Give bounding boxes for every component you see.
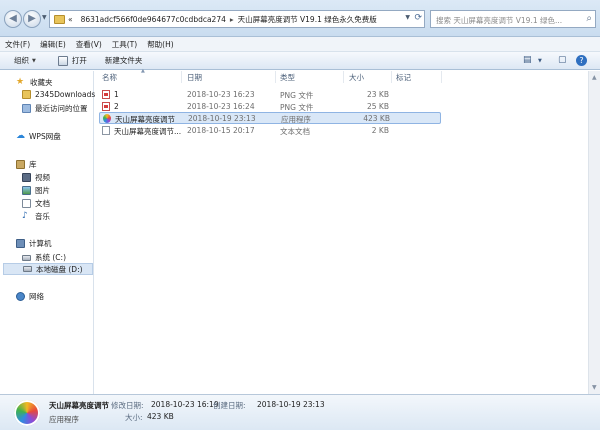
help-icon[interactable]: ? [576,55,587,66]
png-file-icon [102,102,110,111]
file-row[interactable]: 1 2018-10-23 16:23 PNG 文件 23 KB [99,89,441,101]
sidebar-item-downloads[interactable]: 2345Downloads [22,90,95,99]
sidebar-item-pictures[interactable]: 图片 [22,185,50,196]
search-icon: ⌕ [586,13,592,24]
scroll-down-icon[interactable]: ▼ [592,384,597,391]
details-file-name: 天山屏幕亮度调节 [49,401,109,410]
breadcrumb-overflow[interactable]: « [68,15,73,24]
created-date-label: 创建日期: [213,401,246,410]
address-dropdown-icon[interactable]: ▼ [405,14,410,21]
menu-edit[interactable]: 编辑(E) [40,39,66,50]
open-button[interactable]: 打开 [57,55,87,66]
network-icon [16,292,25,301]
sidebar-item-videos[interactable]: 视频 [22,172,50,183]
column-header-size[interactable]: 大小 [349,71,364,83]
sidebar-item-library[interactable]: 库 [16,159,37,170]
picture-icon [22,186,31,195]
file-row-selected[interactable]: 天山屏幕亮度调节 2018-10-19 23:13 应用程序 423 KB [99,112,441,124]
column-header-tags[interactable]: 标记 [396,71,411,83]
refresh-icon[interactable]: ⟳ [414,13,422,23]
menu-bar: 文件(F) 编辑(E) 查看(V) 工具(T) 帮助(H) [0,37,600,52]
view-options-icon[interactable]: ▤ [523,55,532,65]
sidebar-item-favorites[interactable]: ★ 收藏夹 [16,77,53,88]
menu-view[interactable]: 查看(V) [76,39,102,50]
sidebar-item-drive-d[interactable]: 本地磁盘 (D:) [3,263,93,275]
folder-icon [54,14,65,24]
open-icon [57,55,68,66]
document-icon [22,199,31,208]
size-label: 大小: [125,413,143,422]
sidebar-item-music[interactable]: ♪ 音乐 [22,211,50,222]
chevron-down-icon: ▼ [32,57,36,64]
command-bar: 组织 ▼ 打开 新建文件夹 ▤ ▼ ▢ ? [0,52,600,70]
details-pane: 天山屏幕亮度调节 应用程序 修改日期: 2018-10-23 16:19 创建日… [0,394,600,430]
size-value: 423 KB [147,412,174,421]
drive-icon [22,254,31,261]
modified-date-label: 修改日期: [111,401,144,410]
address-bar[interactable]: « 8631adcf566f0de964677c0cdbdca274 ▸ 天山屏… [49,10,425,28]
forward-button[interactable]: ▶ [23,10,41,28]
vertical-scrollbar[interactable]: ▲ ▼ [588,71,600,394]
new-folder-button[interactable]: 新建文件夹 [105,55,143,66]
file-list: 名称 ▲ 日期 类型 大小 标记 1 2018-10-23 16:23 PNG … [95,68,588,394]
sidebar-item-documents[interactable]: 文档 [22,198,50,209]
search-input[interactable]: 搜索 天山屏幕亮度调节 V19.1 绿色... ⌕ [430,10,596,28]
sidebar-item-wps-cloud[interactable]: ☁ WPS网盘 [16,131,61,142]
back-button[interactable]: ◀ [4,10,22,28]
organize-button[interactable]: 组织 ▼ [14,55,36,66]
library-icon [16,160,25,169]
address-row: ◀ ▶ ▼ « 8631adcf566f0de964677c0cdbdca274… [0,0,600,37]
column-header-name[interactable]: 名称 ▲ [102,68,145,83]
sidebar-item-network[interactable]: 网络 [16,291,44,302]
text-file-icon [102,126,110,135]
breadcrumb-item[interactable]: 天山屏幕亮度调节 V19.1 绿色永久免费版 [238,14,377,25]
preview-pane-icon[interactable]: ▢ [558,55,567,65]
menu-tools[interactable]: 工具(T) [112,39,137,50]
sidebar-item-computer[interactable]: 计算机 [16,238,52,249]
created-date-value: 2018-10-19 23:13 [257,400,325,409]
computer-icon [16,239,25,248]
app-icon [14,400,40,426]
breadcrumb-item[interactable]: 8631adcf566f0de964677c0cdbdca274 [81,15,226,24]
file-row[interactable]: 天山屏幕亮度调节... 2018-10-15 20:17 文本文档 2 KB [99,125,441,137]
modified-date-value: 2018-10-23 16:19 [151,400,219,409]
recent-places-icon [22,104,31,113]
video-icon [22,173,31,182]
sidebar-item-drive-c[interactable]: 系统 (C:) [22,252,66,263]
cloud-icon: ☁ [16,131,25,141]
column-header-type[interactable]: 类型 [280,71,295,83]
sort-ascending-icon: ▲ [141,68,145,74]
breadcrumb-arrow-icon[interactable]: ▸ [230,15,234,24]
details-file-type: 应用程序 [49,415,79,424]
scroll-up-icon[interactable]: ▲ [592,74,597,81]
sidebar-item-recent[interactable]: 最近访问的位置 [22,103,88,114]
view-dropdown-icon[interactable]: ▼ [538,58,542,64]
recent-pages-dropdown[interactable]: ▼ [42,14,47,21]
column-header-date[interactable]: 日期 [187,71,202,83]
menu-help[interactable]: 帮助(H) [147,39,174,50]
navigation-pane: ★ 收藏夹 2345Downloads 最近访问的位置 ☁ WPS网盘 库 视频… [0,71,95,394]
app-icon [103,114,111,123]
folder-icon [22,90,31,99]
music-icon: ♪ [22,211,28,221]
drive-icon [23,266,32,272]
png-file-icon [102,90,110,99]
star-icon: ★ [16,77,25,87]
menu-file[interactable]: 文件(F) [5,39,30,50]
